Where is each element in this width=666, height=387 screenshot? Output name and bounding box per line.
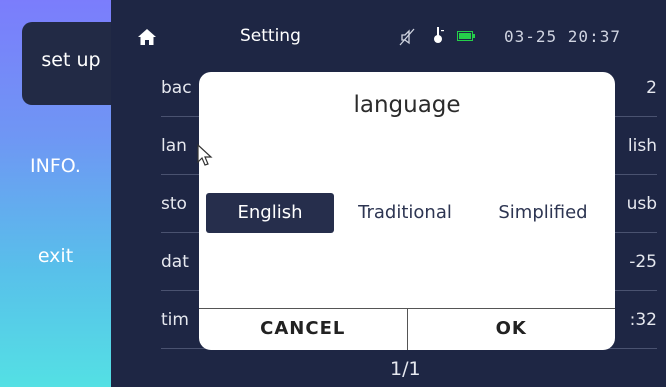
row-value: -25 — [629, 252, 657, 272]
cancel-button[interactable]: CANCEL — [199, 309, 408, 350]
ok-button[interactable]: OK — [408, 309, 616, 350]
dialog-buttons: CANCEL OK — [199, 308, 615, 350]
mute-icon — [399, 28, 415, 46]
sidebar-item-exit[interactable]: exit — [0, 245, 111, 267]
row-label: dat — [161, 252, 189, 272]
option-traditional[interactable]: Traditional — [342, 193, 468, 233]
sidebar-item-set-up[interactable]: set up — [22, 22, 120, 105]
status-bar: Setting 03-25 20:37 — [111, 0, 666, 52]
row-label: sto — [161, 194, 187, 214]
sidebar-item-label: exit — [37, 245, 74, 267]
clock: 03-25 20:37 — [504, 27, 621, 46]
page-indicator: 1/1 — [390, 358, 421, 380]
sidebar-item-label: set up — [41, 48, 101, 71]
row-label: tim — [161, 310, 189, 330]
page-title: Setting — [240, 26, 301, 46]
thermometer-icon — [434, 27, 444, 43]
language-dialog: language English Traditional Simplified … — [199, 72, 615, 350]
option-simplified[interactable]: Simplified — [481, 193, 605, 233]
sidebar-item-info[interactable]: INFO. — [0, 155, 111, 177]
sidebar: set up INFO. exit — [0, 0, 120, 387]
sidebar-item-label: INFO. — [30, 155, 81, 177]
row-value: :32 — [629, 310, 657, 330]
battery-icon — [457, 31, 475, 41]
home-icon[interactable] — [137, 28, 157, 46]
dialog-title: language — [353, 92, 461, 118]
row-label: lan — [161, 136, 187, 156]
row-value: 2 — [646, 78, 657, 98]
row-value: usb — [626, 194, 657, 214]
mouse-cursor-icon — [197, 143, 213, 166]
row-label: bac — [161, 78, 192, 98]
row-value: lish — [627, 136, 657, 156]
option-english[interactable]: English — [206, 193, 334, 233]
